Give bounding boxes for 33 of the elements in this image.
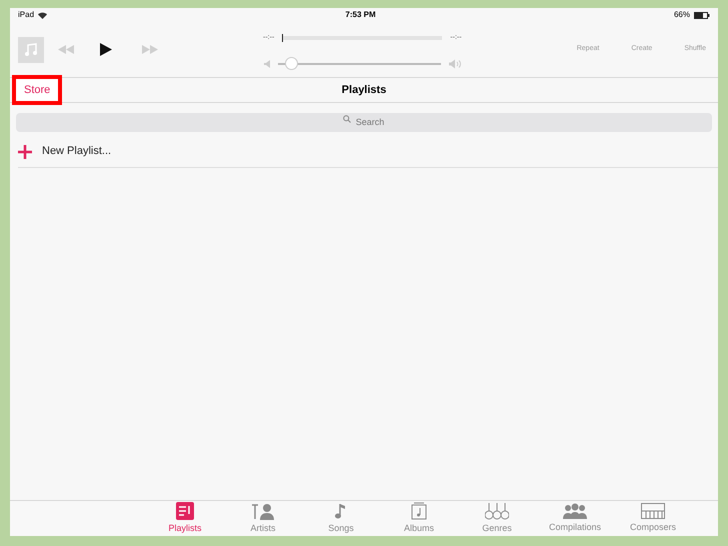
battery-icon (694, 12, 710, 18)
tab[interactable]: Playlists (153, 501, 217, 536)
store-button[interactable]: Store (12, 75, 62, 105)
tab[interactable]: Compilations (543, 501, 607, 536)
tab[interactable]: Artists (231, 501, 295, 536)
search-icon (343, 115, 351, 123)
people-icon (563, 502, 587, 519)
battery-percentage: 66% (674, 9, 690, 21)
tab[interactable]: Songs (309, 501, 373, 536)
music-note-icon (25, 42, 37, 56)
music-note-icon (334, 502, 348, 520)
fast-forward-button[interactable] (142, 45, 158, 54)
new-playlist-row[interactable]: New Playlist... (18, 136, 718, 168)
clock: 7:53 PM (345, 9, 376, 21)
volume-thumb[interactable] (285, 57, 298, 70)
search-field[interactable]: Search (16, 112, 712, 132)
row-label: New Playlist... (42, 144, 112, 160)
plus-icon (18, 144, 32, 158)
play-button[interactable] (100, 43, 112, 56)
volume-low-icon (264, 60, 270, 68)
tab[interactable]: Albums (387, 501, 451, 536)
piano-icon (641, 502, 665, 519)
microphone-person-icon (250, 502, 276, 520)
rewind-button[interactable] (58, 45, 74, 54)
tab[interactable]: Composers (621, 501, 685, 536)
volume-high-icon (448, 58, 461, 69)
volume-slider[interactable] (278, 57, 441, 70)
device-label: iPad (18, 9, 34, 21)
tab[interactable]: Genres (465, 501, 529, 536)
page-title: Playlists (342, 82, 386, 98)
instruments-icon (485, 502, 509, 520)
album-icon (411, 502, 427, 520)
wifi-icon (38, 12, 48, 18)
